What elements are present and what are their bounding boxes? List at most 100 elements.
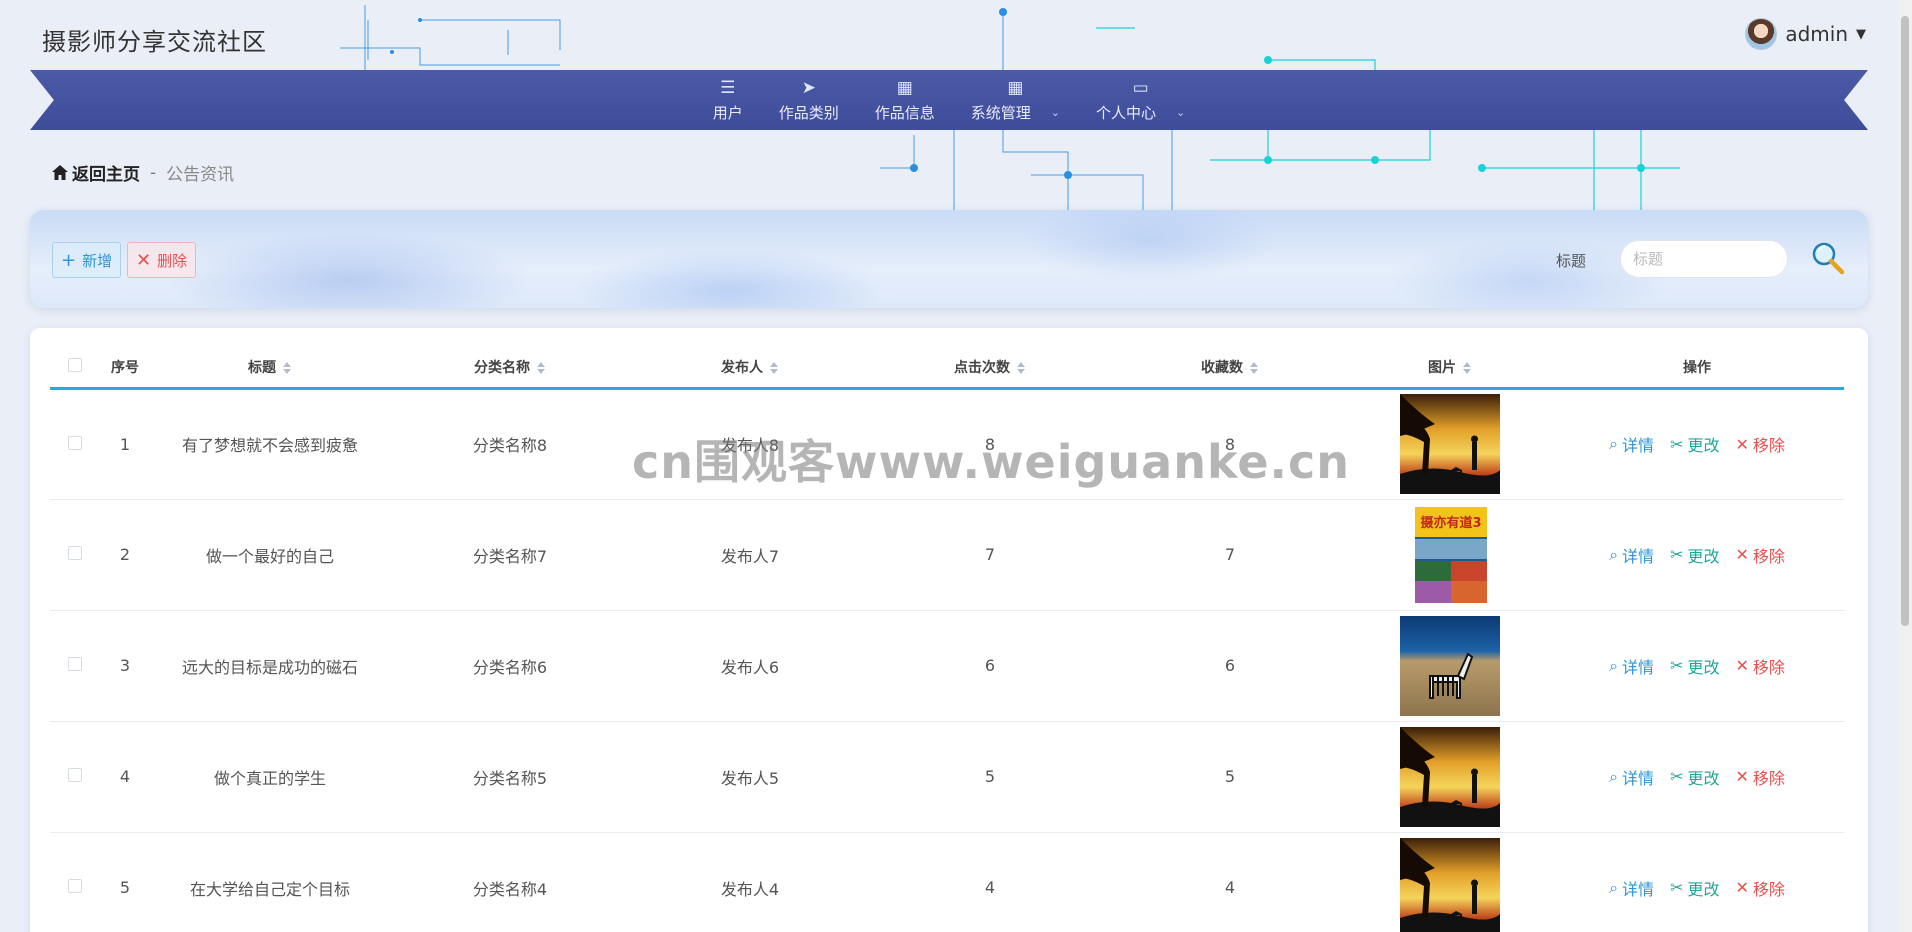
chevron-down-icon: ⌄	[1176, 106, 1186, 119]
select-all-cell[interactable]	[50, 348, 100, 390]
row-checkbox[interactable]	[68, 879, 82, 893]
detail-button[interactable]: ⌕ 详情	[1609, 765, 1654, 789]
nav-item-work-info[interactable]: ▦ 作品信息	[857, 78, 953, 123]
detail-label: 详情	[1622, 879, 1655, 899]
cell-index: 5	[100, 832, 150, 932]
caret-down-icon: ▼	[1856, 26, 1866, 42]
table-row[interactable]: 4 做个真正的学生 分类名称5 发布人5 5 5 ⌕ 详情 ✂ 更改 ✕ 移除	[50, 721, 1844, 833]
nav-item-work-category[interactable]: ➤ 作品类别	[761, 78, 857, 123]
thumbnail-image[interactable]: 摄亦有道3	[1400, 505, 1500, 605]
grid-icon: ▦	[1007, 78, 1024, 98]
scrollbar[interactable]	[1898, 0, 1912, 932]
row-checkbox[interactable]	[68, 657, 82, 671]
thumbnail-image[interactable]	[1400, 837, 1500, 932]
table-header-row: 序号 标题 分类名称 发布人 点击次数 收藏数 图片 操作	[50, 348, 1844, 390]
row-checkbox[interactable]	[68, 546, 82, 560]
remove-button[interactable]: ✕ 移除	[1735, 876, 1784, 900]
header-image[interactable]: 图片	[1350, 348, 1550, 390]
breadcrumb-separator: -	[150, 162, 157, 183]
nav-item-users[interactable]: ☰ 用户	[695, 78, 761, 123]
cell-index: 3	[100, 610, 150, 722]
table-row[interactable]: 5 在大学给自己定个目标 分类名称4 发布人4 4 4 ⌕ 详情 ✂ 更改 ✕ 移除	[50, 832, 1844, 932]
edit-icon: ✂	[1670, 656, 1684, 675]
select-all-checkbox[interactable]	[68, 358, 82, 373]
add-button[interactable]: + 新增	[52, 242, 122, 278]
search-input[interactable]	[1620, 240, 1788, 278]
main-nav: ☰ 用户 ➤ 作品类别 ▦ 作品信息 ▦ 系统管理 ⌄ ▭ 个人中心 ⌄	[30, 70, 1868, 130]
row-select-cell[interactable]	[50, 610, 100, 722]
remove-label: 移除	[1752, 657, 1785, 677]
table-row[interactable]: 3 远大的目标是成功的磁石 分类名称6 发布人6 6 6 ⌕ 详情 ✂ 更改 ✕ 移除	[50, 610, 1844, 722]
edit-button[interactable]: ✂ 更改	[1670, 543, 1719, 567]
cell-index: 1	[100, 388, 150, 500]
nav-label: 作品类别	[778, 104, 839, 122]
detail-icon: ⌕	[1609, 655, 1619, 675]
add-label: 新增	[82, 251, 113, 270]
row-select-cell[interactable]	[50, 832, 100, 932]
close-icon: ✕	[1735, 767, 1749, 786]
watermark: cn围观客www.weiguanke.cn	[632, 435, 1351, 489]
edit-button[interactable]: ✂ 更改	[1670, 765, 1719, 789]
cell-publisher: 发布人4	[630, 832, 870, 932]
remove-button[interactable]: ✕ 移除	[1735, 543, 1784, 567]
header-title[interactable]: 标题	[150, 348, 390, 390]
remove-button[interactable]: ✕ 移除	[1735, 654, 1784, 678]
sort-icon[interactable]	[769, 361, 779, 375]
search-icon[interactable]	[1810, 240, 1846, 276]
sort-icon[interactable]	[1462, 361, 1472, 375]
row-checkbox[interactable]	[68, 768, 82, 782]
cell-clicks: 7	[870, 499, 1110, 611]
cell-image	[1350, 388, 1550, 500]
detail-button[interactable]: ⌕ 详情	[1609, 876, 1654, 900]
cell-category: 分类名称6	[390, 610, 630, 722]
table-row[interactable]: 2 做一个最好的自己 分类名称7 发布人7 7 7 摄亦有道3 ⌕ 详情 ✂ 更改 ✕ 移除	[50, 499, 1844, 611]
row-checkbox[interactable]	[68, 435, 82, 450]
cell-publisher: 发布人6	[630, 610, 870, 722]
nav-label: 系统管理	[970, 104, 1031, 122]
thumbnail-image[interactable]	[1400, 726, 1500, 827]
scrollbar-thumb[interactable]	[1901, 16, 1909, 626]
remove-button[interactable]: ✕ 移除	[1735, 432, 1784, 456]
detail-label: 详情	[1622, 657, 1655, 677]
remove-label: 移除	[1752, 879, 1785, 899]
site-title: 摄影师分享交流社区	[42, 28, 267, 56]
user-menu[interactable]: admin ▼	[1745, 18, 1866, 50]
edit-icon: ✂	[1670, 878, 1684, 897]
nav-label: 个人中心	[1096, 104, 1157, 122]
row-select-cell[interactable]	[50, 388, 100, 500]
detail-button[interactable]: ⌕ 详情	[1609, 432, 1654, 456]
breadcrumb-home-label: 返回主页	[72, 165, 140, 185]
breadcrumb-home[interactable]: 返回主页	[52, 160, 140, 185]
cell-image	[1350, 832, 1550, 932]
home-icon	[52, 165, 68, 180]
row-select-cell[interactable]	[50, 721, 100, 833]
nav-item-system[interactable]: ▦ 系统管理 ⌄	[953, 78, 1078, 123]
cell-category: 分类名称7	[390, 499, 630, 611]
sort-icon[interactable]	[282, 361, 292, 375]
detail-button[interactable]: ⌕ 详情	[1609, 543, 1654, 567]
row-select-cell[interactable]	[50, 499, 100, 611]
edit-button[interactable]: ✂ 更改	[1670, 876, 1719, 900]
cell-actions: ⌕ 详情 ✂ 更改 ✕ 移除	[1550, 832, 1844, 932]
cell-title: 有了梦想就不会感到疲惫	[150, 388, 390, 500]
svg-text:摄亦有道3: 摄亦有道3	[1420, 515, 1481, 531]
sort-icon[interactable]	[1016, 361, 1026, 375]
sort-icon[interactable]	[1249, 361, 1259, 375]
thumbnail-image[interactable]	[1400, 615, 1500, 716]
close-icon: ✕	[1735, 434, 1749, 454]
nav-item-personal[interactable]: ▭ 个人中心 ⌄	[1078, 78, 1203, 123]
delete-button[interactable]: ✕ 删除	[127, 242, 197, 278]
header-category[interactable]: 分类名称	[390, 348, 630, 390]
cell-favorites: 5	[1110, 721, 1350, 833]
detail-button[interactable]: ⌕ 详情	[1609, 654, 1654, 678]
header-favorites[interactable]: 收藏数	[1110, 348, 1350, 390]
thumbnail-image[interactable]	[1400, 394, 1500, 494]
cell-title: 做一个最好的自己	[150, 499, 390, 611]
edit-button[interactable]: ✂ 更改	[1670, 654, 1719, 678]
sort-icon[interactable]	[536, 361, 546, 375]
header-clicks[interactable]: 点击次数	[870, 348, 1110, 390]
header-publisher[interactable]: 发布人	[630, 348, 870, 390]
cell-title: 在大学给自己定个目标	[150, 832, 390, 932]
remove-button[interactable]: ✕ 移除	[1735, 765, 1784, 789]
edit-button[interactable]: ✂ 更改	[1670, 432, 1719, 456]
